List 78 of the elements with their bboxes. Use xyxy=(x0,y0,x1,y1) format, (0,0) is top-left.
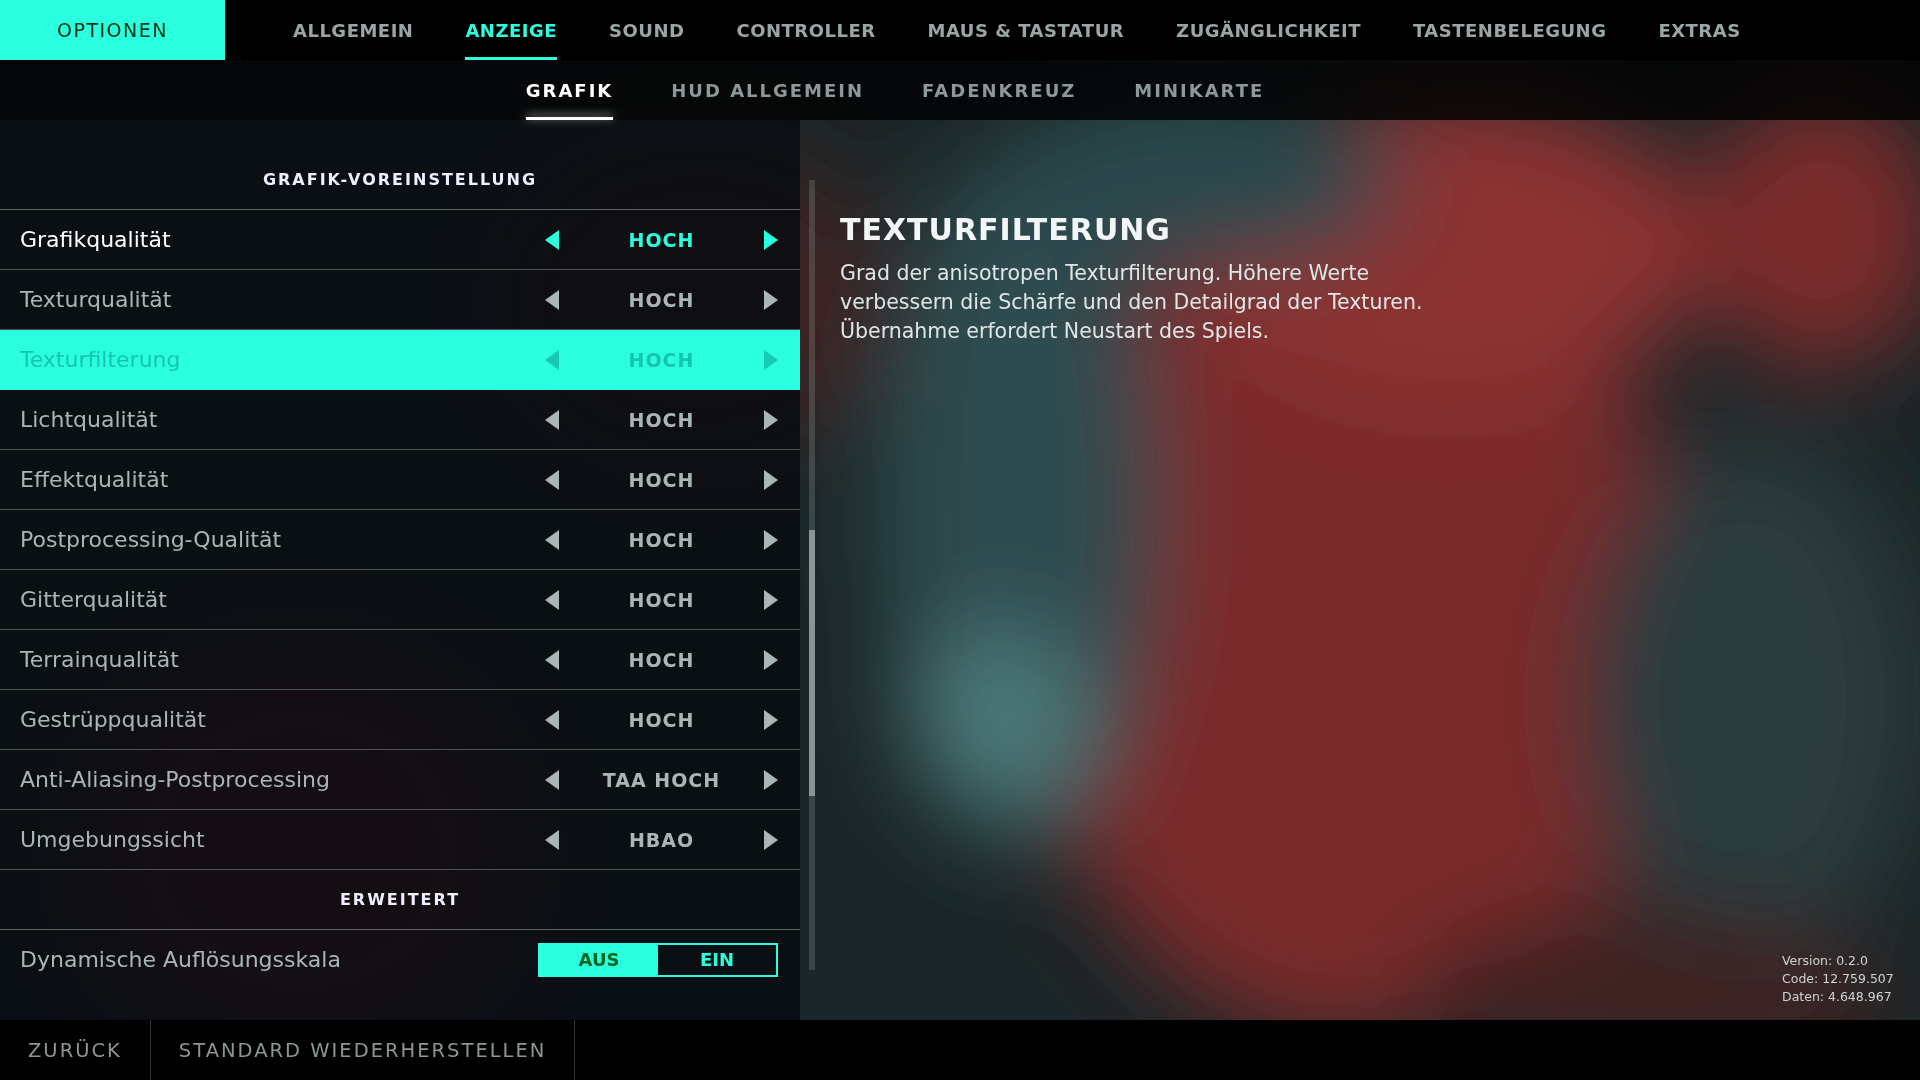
left-arrow-icon[interactable] xyxy=(545,709,559,730)
right-arrow-icon[interactable] xyxy=(764,829,778,850)
setting-value: HOCH xyxy=(627,708,696,731)
nav-tab[interactable]: MAUS & TASTATUR xyxy=(901,0,1151,60)
setting-row[interactable]: Grafikqualität HOCH xyxy=(0,210,800,270)
left-arrow-icon[interactable] xyxy=(545,229,559,250)
sub-tab[interactable]: HUD ALLGEMEIN xyxy=(642,60,894,120)
setting-row[interactable]: Umgebungssicht HBAO xyxy=(0,810,800,870)
section-heading: ERWEITERT xyxy=(339,890,461,909)
left-arrow-icon[interactable] xyxy=(545,409,559,430)
setting-value: HOCH xyxy=(627,408,696,431)
setting-row[interactable]: Anti-Aliasing-Postprocessing TAA HOCH xyxy=(0,750,800,810)
right-arrow-icon[interactable] xyxy=(764,769,778,790)
setting-value: HOCH xyxy=(627,648,696,671)
left-arrow-icon[interactable] xyxy=(545,829,559,850)
left-arrow-icon[interactable] xyxy=(545,769,559,790)
left-arrow-icon[interactable] xyxy=(545,529,559,550)
menu-title: OPTIONEN xyxy=(0,0,225,60)
toggle-switch[interactable]: AUS EIN xyxy=(538,942,778,977)
toggle-option[interactable]: AUS xyxy=(540,944,658,975)
sub-tab[interactable]: MINIKARTE xyxy=(1105,60,1294,120)
setting-value: HOCH xyxy=(627,348,696,371)
scrollbar[interactable] xyxy=(809,180,815,970)
setting-label: Anti-Aliasing-Postprocessing xyxy=(20,767,331,792)
left-arrow-icon[interactable] xyxy=(545,469,559,490)
setting-label: Texturfilterung xyxy=(20,347,182,372)
setting-value: TAA HOCH xyxy=(601,768,722,791)
setting-label: Dynamische Auflösungsskala xyxy=(20,947,342,972)
setting-label: Effektqualität xyxy=(20,467,170,492)
setting-label: Gitterqualität xyxy=(20,587,168,612)
description-title: TEXTURFILTERUNG xyxy=(840,212,1172,247)
setting-label: Umgebungssicht xyxy=(20,827,206,852)
setting-row[interactable]: Lichtqualität HOCH xyxy=(0,390,800,450)
left-arrow-icon[interactable] xyxy=(545,589,559,610)
sub-tab[interactable]: FADENKREUZ xyxy=(893,60,1106,120)
right-arrow-icon[interactable] xyxy=(764,469,778,490)
nav-tab[interactable]: CONTROLLER xyxy=(710,0,902,60)
right-arrow-icon[interactable] xyxy=(764,289,778,310)
description-text: Grad der anisotropen Texturfilterung. Höhere Werte verbessern die Schärfe und den Detailgrad der Texturen. Übernahme erfordert Neustart des Spiels. xyxy=(840,260,1424,345)
setting-label: Lichtqualität xyxy=(20,407,159,432)
nav-tab[interactable]: ANZEIGE xyxy=(439,0,584,60)
nav-tab[interactable]: ZUGÄNGLICHKEIT xyxy=(1150,0,1387,60)
footer-button[interactable]: STANDARD WIEDERHERSTELLEN xyxy=(150,1020,576,1080)
right-arrow-icon[interactable] xyxy=(764,709,778,730)
setting-row[interactable]: Postprocessing-Qualität HOCH xyxy=(0,510,800,570)
right-arrow-icon[interactable] xyxy=(764,229,778,250)
setting-value: HOCH xyxy=(627,288,696,311)
left-arrow-icon[interactable] xyxy=(545,289,559,310)
nav-tab[interactable]: ALLGEMEIN xyxy=(267,0,440,60)
setting-row[interactable]: Effektqualität HOCH xyxy=(0,450,800,510)
nav-tab[interactable]: EXTRAS xyxy=(1632,0,1767,60)
setting-value: HBAO xyxy=(627,828,696,851)
setting-value: HOCH xyxy=(627,588,696,611)
right-arrow-icon[interactable] xyxy=(764,649,778,670)
setting-label: Gestrüppqualität xyxy=(20,707,207,732)
setting-row[interactable]: Terrainqualität HOCH xyxy=(0,630,800,690)
section-heading: GRAFIK-VOREINSTELLUNG xyxy=(262,170,538,189)
setting-value: HOCH xyxy=(627,228,696,251)
setting-label: Postprocessing-Qualität xyxy=(20,527,283,552)
toggle-option[interactable]: EIN xyxy=(658,944,776,975)
nav-tab[interactable]: SOUND xyxy=(583,0,711,60)
sub-tab[interactable]: GRAFIK xyxy=(496,60,643,120)
nav-tab[interactable]: TASTENBELEGUNG xyxy=(1387,0,1633,60)
version-info: Version: 0.2.0 xyxy=(1782,953,1869,968)
footer-button[interactable]: ZURÜCK xyxy=(0,1020,151,1080)
setting-label: Texturqualität xyxy=(20,287,173,312)
setting-row[interactable]: Gestrüppqualität HOCH xyxy=(0,690,800,750)
right-arrow-icon[interactable] xyxy=(764,409,778,430)
right-arrow-icon[interactable] xyxy=(764,529,778,550)
setting-value: HOCH xyxy=(627,528,696,551)
setting-value: HOCH xyxy=(627,468,696,491)
version-info: Code: 12.759.507 xyxy=(1782,971,1892,986)
left-arrow-icon[interactable] xyxy=(545,649,559,670)
setting-label: Terrainqualität xyxy=(20,647,180,672)
setting-row[interactable]: Gitterqualität HOCH xyxy=(0,570,800,630)
right-arrow-icon[interactable] xyxy=(764,589,778,610)
setting-label: Grafikqualität xyxy=(20,227,172,252)
version-info: Daten: 4.648.967 xyxy=(1782,989,1892,1004)
